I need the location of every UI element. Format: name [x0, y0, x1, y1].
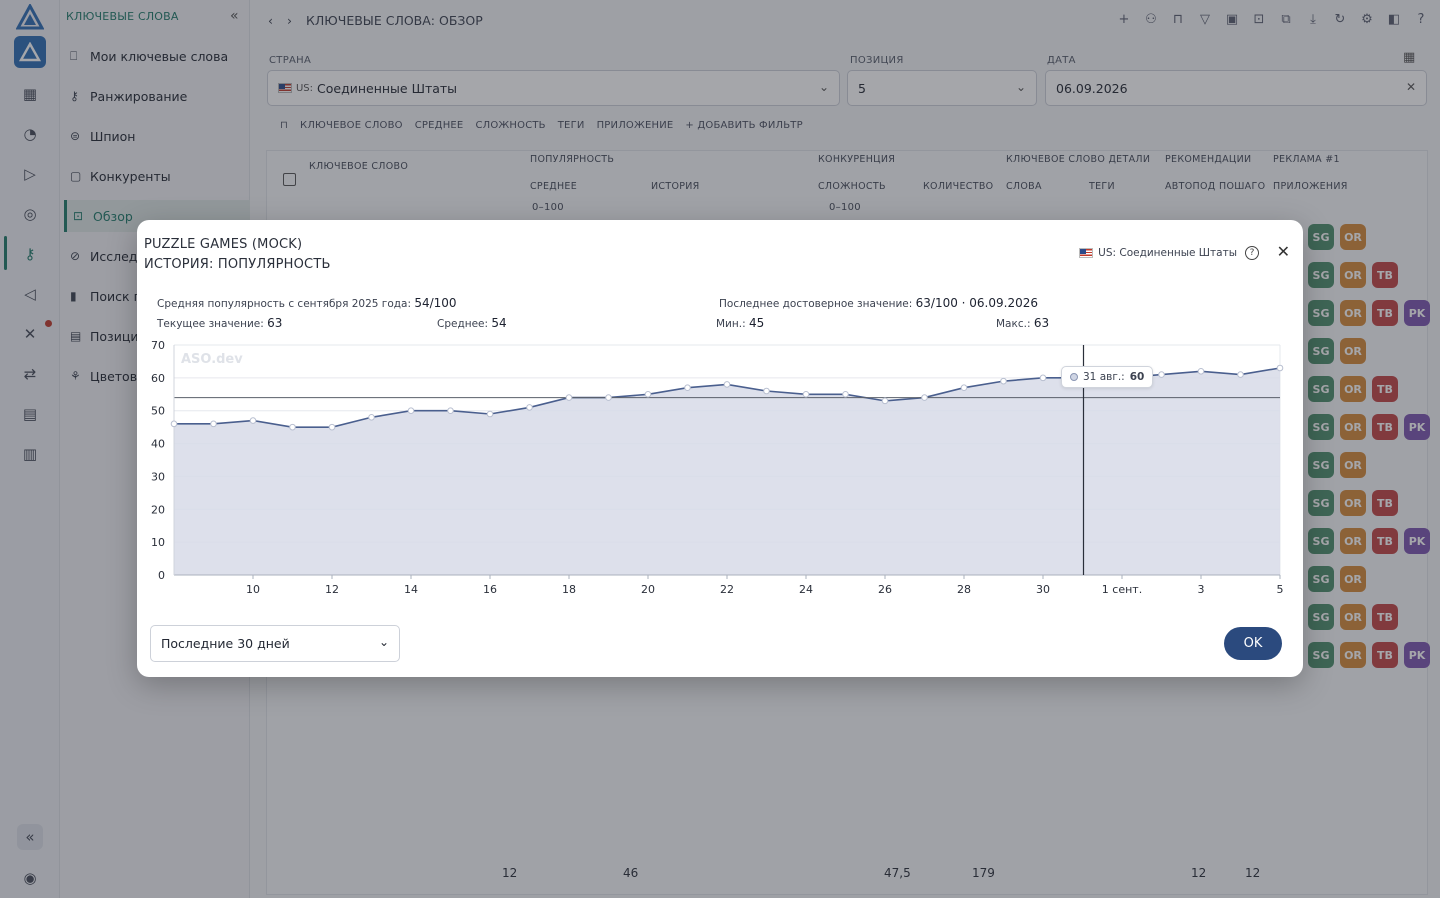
data-point: [447, 407, 454, 415]
data-point: [526, 404, 533, 411]
data-point: [723, 381, 731, 388]
x-tick-label: 24: [799, 583, 813, 595]
data-point: [1039, 374, 1047, 382]
chevron-down-icon: ⌄: [378, 635, 389, 649]
data-point: [644, 390, 652, 398]
y-tick-label: 50: [151, 405, 165, 418]
stat-current: Текущее значение: 63: [157, 316, 283, 330]
data-point: [1000, 377, 1007, 385]
y-tick-label: 0: [158, 569, 165, 582]
x-tick-label: 1 сент.: [1102, 583, 1142, 595]
dialog-title: PUZZLE GAMES (MOCK) ИСТОРИЯ: ПОПУЛЯРНОСТ…: [144, 235, 331, 275]
y-tick-label: 30: [151, 470, 165, 483]
x-tick-label: 16: [483, 583, 497, 595]
dialog-country: US: Соединенные Штаты: [1079, 247, 1237, 259]
y-tick-label: 10: [151, 536, 165, 549]
stat-average-since: Средняя популярность с сентября 2025 год…: [157, 296, 457, 310]
data-point: [1158, 371, 1165, 378]
chart-tooltip: 31 авг.: 60: [1061, 366, 1154, 388]
stat-last-reliable: Последнее достоверное значение: 63/100 ·…: [719, 296, 1038, 310]
data-point: [1197, 367, 1205, 375]
watermark-logo: ASO.dev: [181, 352, 243, 367]
x-tick-label: 26: [878, 583, 892, 595]
tooltip-value: 60: [1129, 371, 1145, 383]
data-point: [407, 407, 415, 415]
popularity-history-dialog: PUZZLE GAMES (MOCK) ИСТОРИЯ: ПОПУЛЯРНОСТ…: [137, 220, 1303, 677]
y-tick-label: 60: [151, 372, 165, 385]
data-point: [960, 384, 968, 392]
data-point: [565, 394, 573, 401]
data-point: [170, 420, 178, 428]
x-tick-label: 5: [1277, 583, 1284, 595]
data-point: [210, 420, 217, 428]
close-icon[interactable]: ✕: [1277, 242, 1290, 261]
data-point: [328, 423, 336, 431]
data-point: [881, 397, 889, 405]
x-tick-label: 18: [562, 583, 576, 595]
x-tick-label: 12: [325, 583, 339, 595]
y-tick-label: 20: [151, 503, 165, 516]
area-fill: [174, 368, 1280, 575]
data-point: [802, 390, 810, 398]
data-point: [605, 394, 612, 401]
x-tick-label: 30: [1036, 583, 1050, 595]
stat-max: Макс.: 63: [996, 316, 1050, 330]
dialog-subtitle: ИСТОРИЯ: ПОПУЛЯРНОСТЬ: [144, 257, 331, 272]
data-point: [921, 394, 928, 401]
series-marker-icon: [1070, 373, 1078, 381]
data-point: [684, 384, 691, 392]
tooltip-date: 31 авг.:: [1083, 371, 1125, 383]
stat-mean: Среднее: 54: [437, 316, 507, 330]
data-point: [763, 387, 770, 395]
data-point: [1276, 364, 1284, 372]
period-select[interactable]: Последние 30 дней ⌄: [150, 625, 400, 662]
data-point: [289, 423, 296, 431]
data-point: [1237, 371, 1244, 378]
stat-min: Мин.: 45: [716, 316, 765, 330]
x-tick-label: 3: [1198, 583, 1205, 595]
data-point: [249, 417, 257, 424]
x-tick-label: 22: [720, 583, 734, 595]
y-tick-label: 40: [151, 438, 165, 451]
us-flag-icon: [1079, 248, 1094, 258]
data-point: [842, 390, 849, 398]
help-icon[interactable]: ?: [1245, 246, 1259, 260]
x-tick-label: 10: [246, 583, 260, 595]
data-point: [486, 410, 494, 418]
ok-button[interactable]: OK: [1224, 627, 1282, 660]
x-tick-label: 20: [641, 583, 655, 595]
x-tick-label: 14: [404, 583, 418, 595]
y-tick-label: 70: [151, 339, 165, 352]
dialog-keyword: PUZZLE GAMES (MOCK): [144, 237, 303, 252]
x-tick-label: 28: [957, 583, 971, 595]
data-point: [368, 413, 375, 421]
